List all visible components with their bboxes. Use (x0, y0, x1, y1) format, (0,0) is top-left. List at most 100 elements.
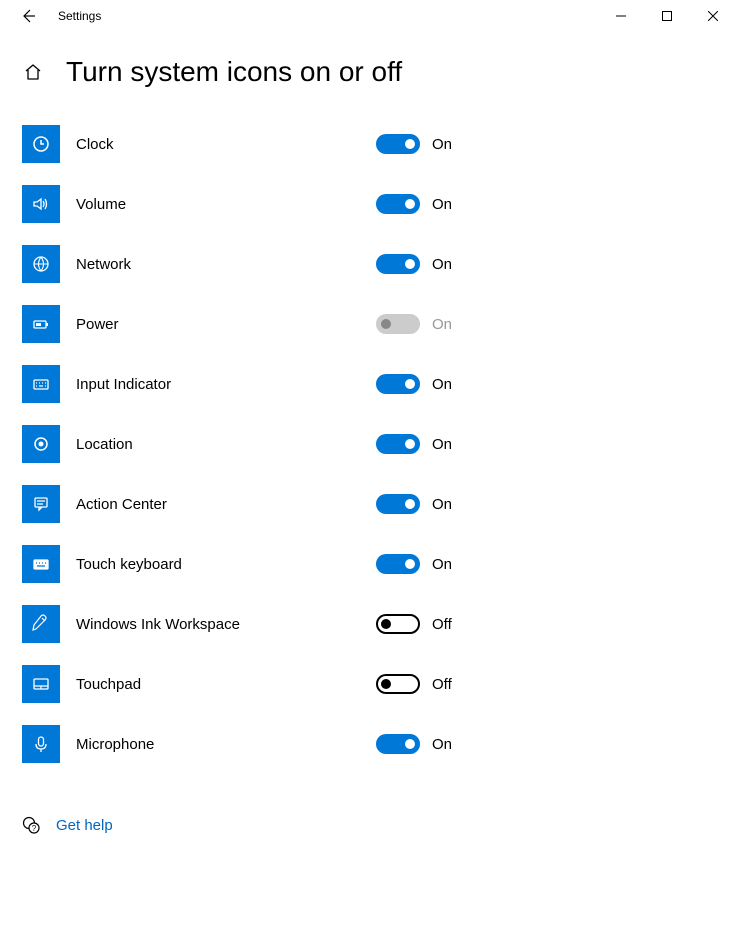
icon-toggle-list: ClockOnVolumeOnNetworkOnPowerOnInput Ind… (0, 108, 736, 780)
toggle-knob (405, 439, 415, 449)
toggle-wrap-input: On (376, 374, 452, 394)
toggle-input[interactable] (376, 374, 420, 394)
help-section: ? Get help (0, 780, 736, 870)
toggle-state-label-action: On (432, 496, 452, 513)
toggle-knob (405, 199, 415, 209)
toggle-state-label-touchpad: Off (432, 676, 452, 693)
action-center-icon (31, 494, 51, 514)
toggle-wrap-mic: On (376, 734, 452, 754)
toggle-location[interactable] (376, 434, 420, 454)
maximize-icon (662, 11, 672, 21)
location-icon-tile (22, 425, 60, 463)
home-button[interactable] (22, 62, 44, 82)
network-icon (31, 254, 51, 274)
toggle-knob (381, 319, 391, 329)
clock-icon (31, 134, 51, 154)
setting-row-touchpad: Touchpad Off (22, 654, 714, 714)
toggle-knob (405, 139, 415, 149)
touchpad-icon-tile (22, 665, 60, 703)
toggle-clock[interactable] (376, 134, 420, 154)
titlebar: Settings (0, 0, 736, 32)
toggle-touchkb[interactable] (376, 554, 420, 574)
volume-icon (31, 194, 51, 214)
toggle-state-label-clock: On (432, 136, 452, 153)
help-icon: ? (22, 816, 40, 834)
toggle-wrap-network: On (376, 254, 452, 274)
setting-row-volume: Volume On (22, 174, 714, 234)
svg-text:?: ? (32, 824, 37, 833)
setting-row-input: Input Indicator On (22, 354, 714, 414)
toggle-wrap-touchpad: Off (376, 674, 452, 694)
toggle-wrap-touchkb: On (376, 554, 452, 574)
touch-keyboard-icon (31, 554, 51, 574)
setting-row-touchkb: Touch keyboard On (22, 534, 714, 594)
toggle-network[interactable] (376, 254, 420, 274)
toggle-wrap-volume: On (376, 194, 452, 214)
setting-row-power: Power On (22, 294, 714, 354)
toggle-state-label-ink: Off (432, 616, 452, 633)
toggle-wrap-power: On (376, 314, 452, 334)
microphone-icon (31, 734, 51, 754)
toggle-state-label-touchkb: On (432, 556, 452, 573)
toggle-action[interactable] (376, 494, 420, 514)
toggle-knob (405, 739, 415, 749)
toggle-state-label-mic: On (432, 736, 452, 753)
power-icon (31, 314, 51, 334)
setting-row-action: Action Center On (22, 474, 714, 534)
setting-label-power: Power (76, 316, 376, 333)
minimize-button[interactable] (598, 0, 644, 32)
setting-label-network: Network (76, 256, 376, 273)
home-icon (23, 62, 43, 82)
network-icon-tile (22, 245, 60, 283)
setting-row-clock: Clock On (22, 114, 714, 174)
setting-label-volume: Volume (76, 196, 376, 213)
toggle-knob (381, 619, 391, 629)
toggle-touchpad[interactable] (376, 674, 420, 694)
page-header: Turn system icons on or off (0, 32, 736, 108)
power-icon-tile (22, 305, 60, 343)
toggle-state-label-power: On (432, 316, 452, 333)
setting-label-touchpad: Touchpad (76, 676, 376, 693)
setting-row-ink: Windows Ink WorkspaceOff (22, 594, 714, 654)
setting-row-location: Location On (22, 414, 714, 474)
volume-icon-tile (22, 185, 60, 223)
setting-label-action: Action Center (76, 496, 376, 513)
back-arrow-icon (20, 8, 36, 24)
maximize-button[interactable] (644, 0, 690, 32)
toggle-knob (405, 499, 415, 509)
setting-label-location: Location (76, 436, 376, 453)
keyboard-icon (31, 374, 51, 394)
toggle-wrap-ink: Off (376, 614, 452, 634)
setting-row-mic: Microphone On (22, 714, 714, 774)
toggle-knob (405, 379, 415, 389)
close-icon (708, 11, 718, 21)
app-title: Settings (58, 9, 101, 23)
toggle-knob (381, 679, 391, 689)
window-controls (598, 0, 736, 32)
back-button[interactable] (8, 0, 48, 32)
toggle-state-label-volume: On (432, 196, 452, 213)
toggle-wrap-action: On (376, 494, 452, 514)
clock-icon-tile (22, 125, 60, 163)
page-title: Turn system icons on or off (66, 56, 402, 88)
action-center-icon-tile (22, 485, 60, 523)
toggle-state-label-location: On (432, 436, 452, 453)
toggle-power (376, 314, 420, 334)
setting-label-input: Input Indicator (76, 376, 376, 393)
toggle-mic[interactable] (376, 734, 420, 754)
microphone-icon-tile (22, 725, 60, 763)
toggle-volume[interactable] (376, 194, 420, 214)
touch-keyboard-icon-tile (22, 545, 60, 583)
setting-label-mic: Microphone (76, 736, 376, 753)
keyboard-icon-tile (22, 365, 60, 403)
close-button[interactable] (690, 0, 736, 32)
toggle-ink[interactable] (376, 614, 420, 634)
setting-label-clock: Clock (76, 136, 376, 153)
get-help-link[interactable]: Get help (56, 817, 113, 834)
minimize-icon (616, 11, 626, 21)
toggle-state-label-input: On (432, 376, 452, 393)
setting-row-network: NetworkOn (22, 234, 714, 294)
toggle-wrap-clock: On (376, 134, 452, 154)
setting-label-touchkb: Touch keyboard (76, 556, 376, 573)
ink-icon-tile (22, 605, 60, 643)
